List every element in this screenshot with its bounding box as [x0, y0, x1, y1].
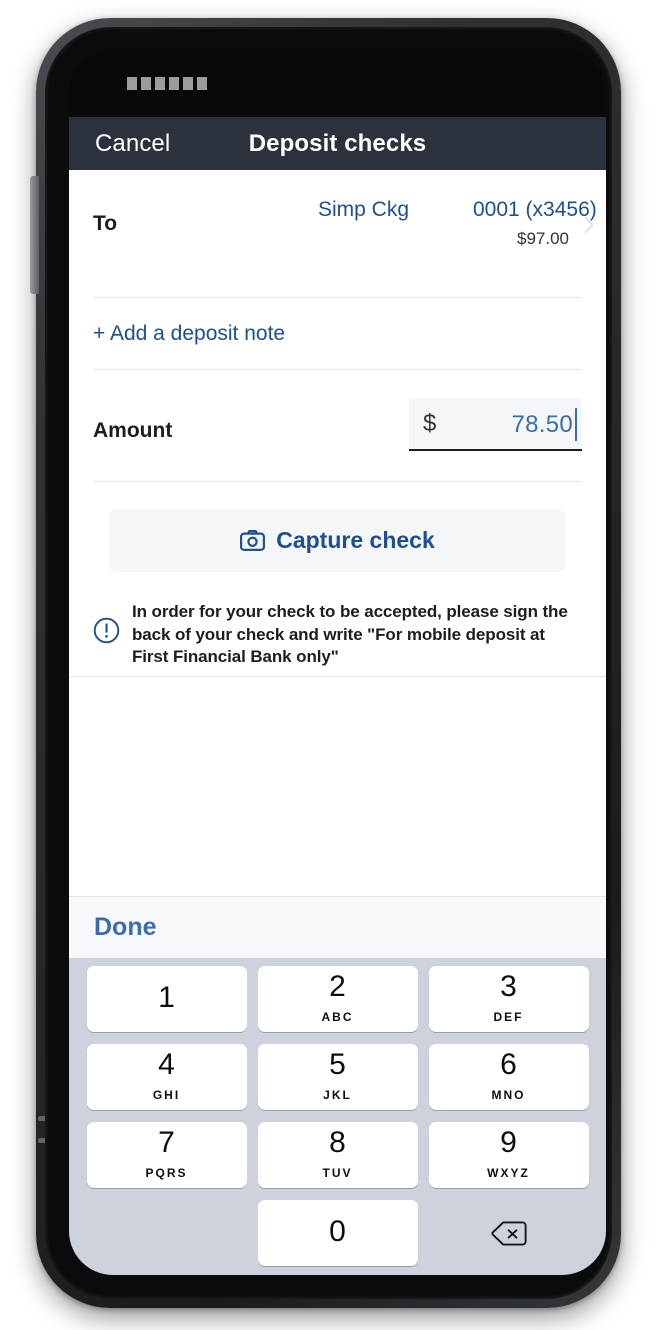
warning-text: In order for your check to be accepted, … [132, 601, 573, 669]
phone-device-frame: Cancel Deposit checks To Simp Ckg 0001 (… [36, 18, 621, 1308]
backspace-key[interactable] [429, 1200, 589, 1266]
key-digit: 1 [87, 983, 247, 1013]
key-letters: MNO [429, 1089, 589, 1101]
status-dot [141, 77, 151, 90]
currency-symbol: $ [423, 410, 436, 438]
key-letters: JKL [258, 1089, 418, 1101]
camera-icon [240, 530, 265, 551]
keypad-row: 7 PQRS 8 TUV 9 WXYZ [69, 1122, 606, 1188]
phone-screen: Cancel Deposit checks To Simp Ckg 0001 (… [69, 51, 606, 1275]
key-letters: ABC [258, 1011, 418, 1023]
key-letters: PQRS [87, 1167, 247, 1179]
key-1[interactable]: 1 [87, 966, 247, 1032]
key-9[interactable]: 9 WXYZ [429, 1122, 589, 1188]
text-caret [575, 408, 577, 441]
key-2[interactable]: 2 ABC [258, 966, 418, 1032]
chevron-right-icon [585, 217, 594, 233]
key-digit: 7 [87, 1128, 247, 1158]
backspace-icon [491, 1220, 527, 1247]
key-digit: 3 [429, 972, 589, 1002]
status-dot [169, 77, 179, 90]
status-dot [127, 77, 137, 90]
key-digit: 5 [258, 1050, 418, 1080]
divider [93, 481, 582, 482]
key-3[interactable]: 3 DEF [429, 966, 589, 1032]
status-bar [69, 51, 606, 117]
key-5[interactable]: 5 JKL [258, 1044, 418, 1110]
capture-check-label: Capture check [276, 527, 435, 554]
app-header: Cancel Deposit checks [69, 117, 606, 170]
key-letters: TUV [258, 1167, 418, 1179]
key-6[interactable]: 6 MNO [429, 1044, 589, 1110]
numeric-keypad: 1 2 ABC 3 DEF 4 GHI [69, 958, 606, 1275]
deposit-endorsement-warning: In order for your check to be accepted, … [93, 601, 573, 669]
amount-label: Amount [93, 419, 172, 443]
status-dot [155, 77, 165, 90]
key-digit: 4 [87, 1050, 247, 1080]
keyboard-accessory-bar: Done [69, 896, 606, 958]
keypad-row: 4 GHI 5 JKL 6 MNO [69, 1044, 606, 1110]
phone-bezel: Cancel Deposit checks To Simp Ckg 0001 (… [45, 27, 612, 1299]
divider [93, 369, 582, 370]
status-indicator-dots [127, 77, 207, 90]
done-button[interactable]: Done [94, 913, 157, 942]
key-8[interactable]: 8 TUV [258, 1122, 418, 1188]
amount-input[interactable]: $ 78.50 [409, 398, 582, 451]
key-4[interactable]: 4 GHI [87, 1044, 247, 1110]
capture-check-button[interactable]: Capture check [109, 509, 566, 572]
account-number: 0001 (x3456) [473, 198, 597, 222]
keypad-row: 1 2 ABC 3 DEF [69, 966, 606, 1032]
divider [69, 676, 606, 677]
deposit-form: To Simp Ckg 0001 (x3456) $97.00 + Add a … [69, 170, 606, 896]
add-deposit-note-link[interactable]: + Add a deposit note [93, 322, 285, 346]
status-dot [183, 77, 193, 90]
key-digit: 9 [429, 1128, 589, 1158]
key-0[interactable]: 0 [258, 1200, 418, 1266]
account-selector-row[interactable]: To Simp Ckg 0001 (x3456) $97.00 [69, 170, 606, 275]
key-digit: 8 [258, 1128, 418, 1158]
amount-value: 78.50 [511, 411, 573, 439]
keypad-row: 0 [69, 1200, 606, 1266]
side-button[interactable] [30, 176, 39, 294]
keypad-spacer [87, 1200, 247, 1266]
key-7[interactable]: 7 PQRS [87, 1122, 247, 1188]
key-letters: WXYZ [429, 1167, 589, 1179]
account-nickname: Simp Ckg [318, 198, 409, 222]
divider [93, 297, 582, 298]
account-balance: $97.00 [517, 229, 569, 249]
cancel-button[interactable]: Cancel [95, 130, 170, 158]
status-dot [197, 77, 207, 90]
key-digit: 6 [429, 1050, 589, 1080]
key-digit: 2 [258, 972, 418, 1002]
key-letters: GHI [87, 1089, 247, 1101]
key-digit: 0 [258, 1217, 418, 1247]
exclamation-circle-icon [93, 617, 120, 644]
to-label: To [93, 212, 117, 236]
key-letters: DEF [429, 1011, 589, 1023]
